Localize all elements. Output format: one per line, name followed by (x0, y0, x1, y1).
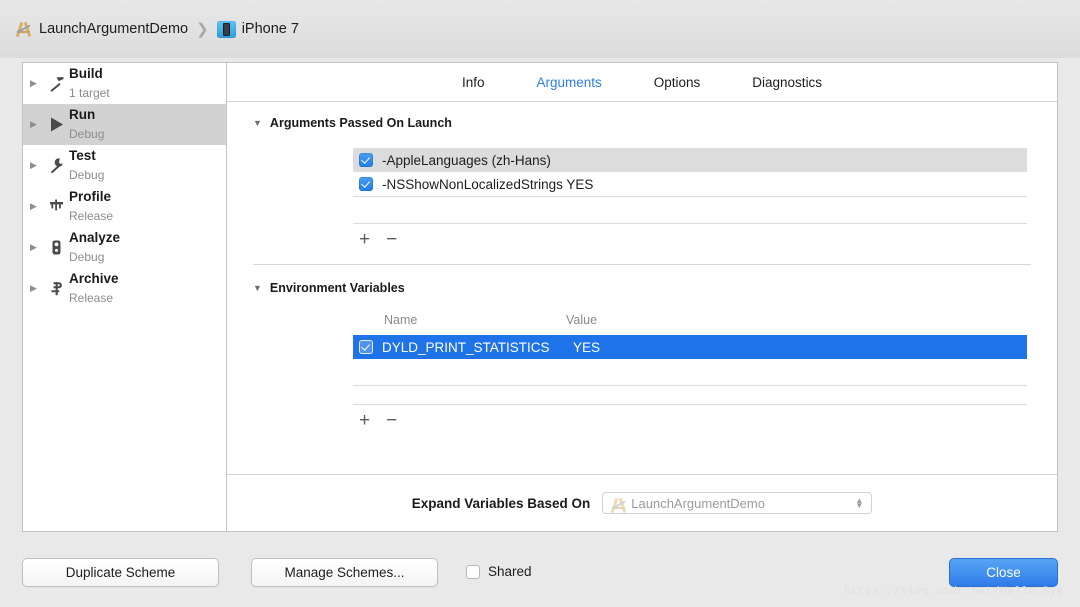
sidebar-item-build[interactable]: ▶ Build 1 target (23, 63, 226, 104)
sidebar-item-profile[interactable]: ▶ Profile Release (23, 186, 226, 227)
environment-section-header[interactable]: ▼ Environment Variables (227, 281, 1057, 295)
disclosure-triangle-icon[interactable]: ▶ (30, 120, 43, 129)
window-titlebar: LaunchArgumentDemo ❯ iPhone 7 (0, 0, 1080, 58)
list-empty-space (353, 197, 1027, 223)
sidebar-item-archive[interactable]: ▶ Archive Release (23, 268, 226, 309)
arguments-panel: ▼ Arguments Passed On Launch -AppleLangu… (227, 102, 1057, 474)
iphone-simulator-icon (216, 20, 236, 38)
xcode-app-icon (14, 20, 33, 39)
detail-pane: Info Arguments Options Diagnostics ▼ Arg… (227, 63, 1057, 531)
duplicate-scheme-button[interactable]: Duplicate Scheme (22, 558, 219, 587)
sidebar-item-subtitle: Debug (69, 167, 105, 182)
list-empty-space (353, 386, 1027, 404)
argument-row[interactable]: -NSShowNonLocalizedStrings YES (353, 172, 1027, 196)
expand-variables-value: LaunchArgumentDemo (631, 495, 765, 511)
add-environment-button[interactable]: + (359, 411, 370, 430)
arguments-section-title: Arguments Passed On Launch (269, 116, 452, 130)
argument-checkbox[interactable] (359, 153, 373, 167)
chevron-updown-icon: ▲ ▼ (855, 496, 864, 510)
sidebar-item-label: Analyze (69, 229, 121, 245)
xcode-app-icon (609, 496, 627, 513)
column-header-name: Name (384, 313, 418, 327)
shared-checkbox[interactable] (466, 564, 480, 579)
breadcrumb-destination[interactable]: iPhone 7 (216, 20, 299, 38)
argument-text: -NSShowNonLocalizedStrings YES (382, 176, 594, 192)
environment-row[interactable]: DYLD_PRINT_STATISTICS YES (353, 335, 1027, 359)
expand-variables-bar: Expand Variables Based On LaunchArgument… (227, 474, 1057, 531)
sidebar-item-label: Test (69, 147, 96, 163)
expand-variables-label: Expand Variables Based On (411, 495, 591, 511)
breadcrumb: LaunchArgumentDemo ❯ iPhone 7 (14, 20, 299, 39)
sidebar-item-run[interactable]: ▶ Run Debug (23, 104, 226, 145)
disclosure-triangle-icon[interactable]: ▼ (253, 283, 262, 293)
disclosure-triangle-icon[interactable]: ▶ (30, 284, 43, 293)
breadcrumb-project[interactable]: LaunchArgumentDemo (14, 20, 188, 39)
disclosure-triangle-icon[interactable]: ▼ (253, 118, 262, 128)
sidebar-item-label: Build (69, 65, 103, 81)
wrench-icon (43, 156, 69, 175)
sidebar-item-analyze[interactable]: ▶ Analyze Debug (23, 227, 226, 268)
sidebar-item-subtitle: Debug (69, 126, 105, 141)
expand-variables-popup-button[interactable]: LaunchArgumentDemo ▲ ▼ (602, 492, 873, 514)
shared-checkbox-group[interactable]: Shared (466, 558, 532, 585)
section-divider (253, 264, 1031, 265)
argument-row[interactable]: -AppleLanguages (zh-Hans) (353, 148, 1027, 172)
archive-icon (43, 279, 69, 298)
column-header-value: Value (566, 313, 598, 327)
remove-environment-button[interactable]: − (386, 411, 397, 430)
hammer-icon (43, 74, 69, 93)
manage-schemes-button[interactable]: Manage Schemes... (251, 558, 438, 587)
close-button[interactable]: Close (949, 558, 1058, 587)
add-argument-button[interactable]: + (359, 230, 370, 249)
tab-info[interactable]: Info (462, 75, 485, 90)
disclosure-triangle-icon[interactable]: ▶ (30, 243, 43, 252)
argument-text: -AppleLanguages (zh-Hans) (382, 152, 551, 168)
destination-name: iPhone 7 (241, 21, 299, 37)
arguments-section-header[interactable]: ▼ Arguments Passed On Launch (227, 116, 1057, 130)
sidebar-item-label: Profile (69, 188, 112, 204)
microscope-icon (43, 238, 69, 257)
disclosure-triangle-icon[interactable]: ▶ (30, 79, 43, 88)
sidebar-item-subtitle: Release (69, 208, 114, 223)
environment-name: DYLD_PRINT_STATISTICS (382, 339, 550, 355)
sidebar-item-label: Run (69, 106, 96, 122)
environment-table: Name Value DYLD_PRINT_STATISTICS YES + − (227, 313, 1057, 435)
environment-value: YES (573, 339, 601, 355)
sidebar-item-subtitle: 1 target (69, 85, 110, 100)
sidebar-item-subtitle: Release (69, 290, 114, 305)
sidebar-item-subtitle: Debug (69, 249, 105, 264)
tab-diagnostics[interactable]: Diagnostics (752, 75, 822, 90)
detail-tabbar: Info Arguments Options Diagnostics (227, 63, 1057, 102)
arguments-add-remove-bar: + − (353, 224, 1027, 254)
project-name: LaunchArgumentDemo (39, 21, 189, 37)
remove-argument-button[interactable]: − (386, 230, 397, 249)
watermark-text: https://blog.csdn.net/Hello_Bye (843, 586, 1064, 598)
environment-add-remove-bar: + − (353, 405, 1027, 435)
scheme-actions-sidebar: ▶ Build 1 target ▶ Run Debug ▶ Test Debu… (23, 63, 227, 531)
list-empty-space (353, 359, 1027, 385)
breadcrumb-separator-icon: ❯ (196, 21, 209, 38)
sidebar-item-label: Archive (69, 270, 119, 286)
scheme-editor-content: ▶ Build 1 target ▶ Run Debug ▶ Test Debu… (22, 62, 1058, 532)
tab-options[interactable]: Options (654, 75, 701, 90)
disclosure-triangle-icon[interactable]: ▶ (30, 161, 43, 170)
sidebar-item-test[interactable]: ▶ Test Debug (23, 145, 226, 186)
tab-arguments[interactable]: Arguments (536, 75, 601, 90)
gauge-icon (43, 197, 69, 216)
environment-section-title: Environment Variables (269, 281, 405, 295)
environment-checkbox[interactable] (359, 340, 373, 354)
shared-label: Shared (488, 564, 532, 579)
disclosure-triangle-icon[interactable]: ▶ (30, 202, 43, 211)
arguments-list: -AppleLanguages (zh-Hans) -NSShowNonLoca… (227, 148, 1057, 254)
play-icon (43, 115, 69, 134)
environment-table-header: Name Value (353, 313, 1027, 327)
argument-checkbox[interactable] (359, 177, 373, 191)
